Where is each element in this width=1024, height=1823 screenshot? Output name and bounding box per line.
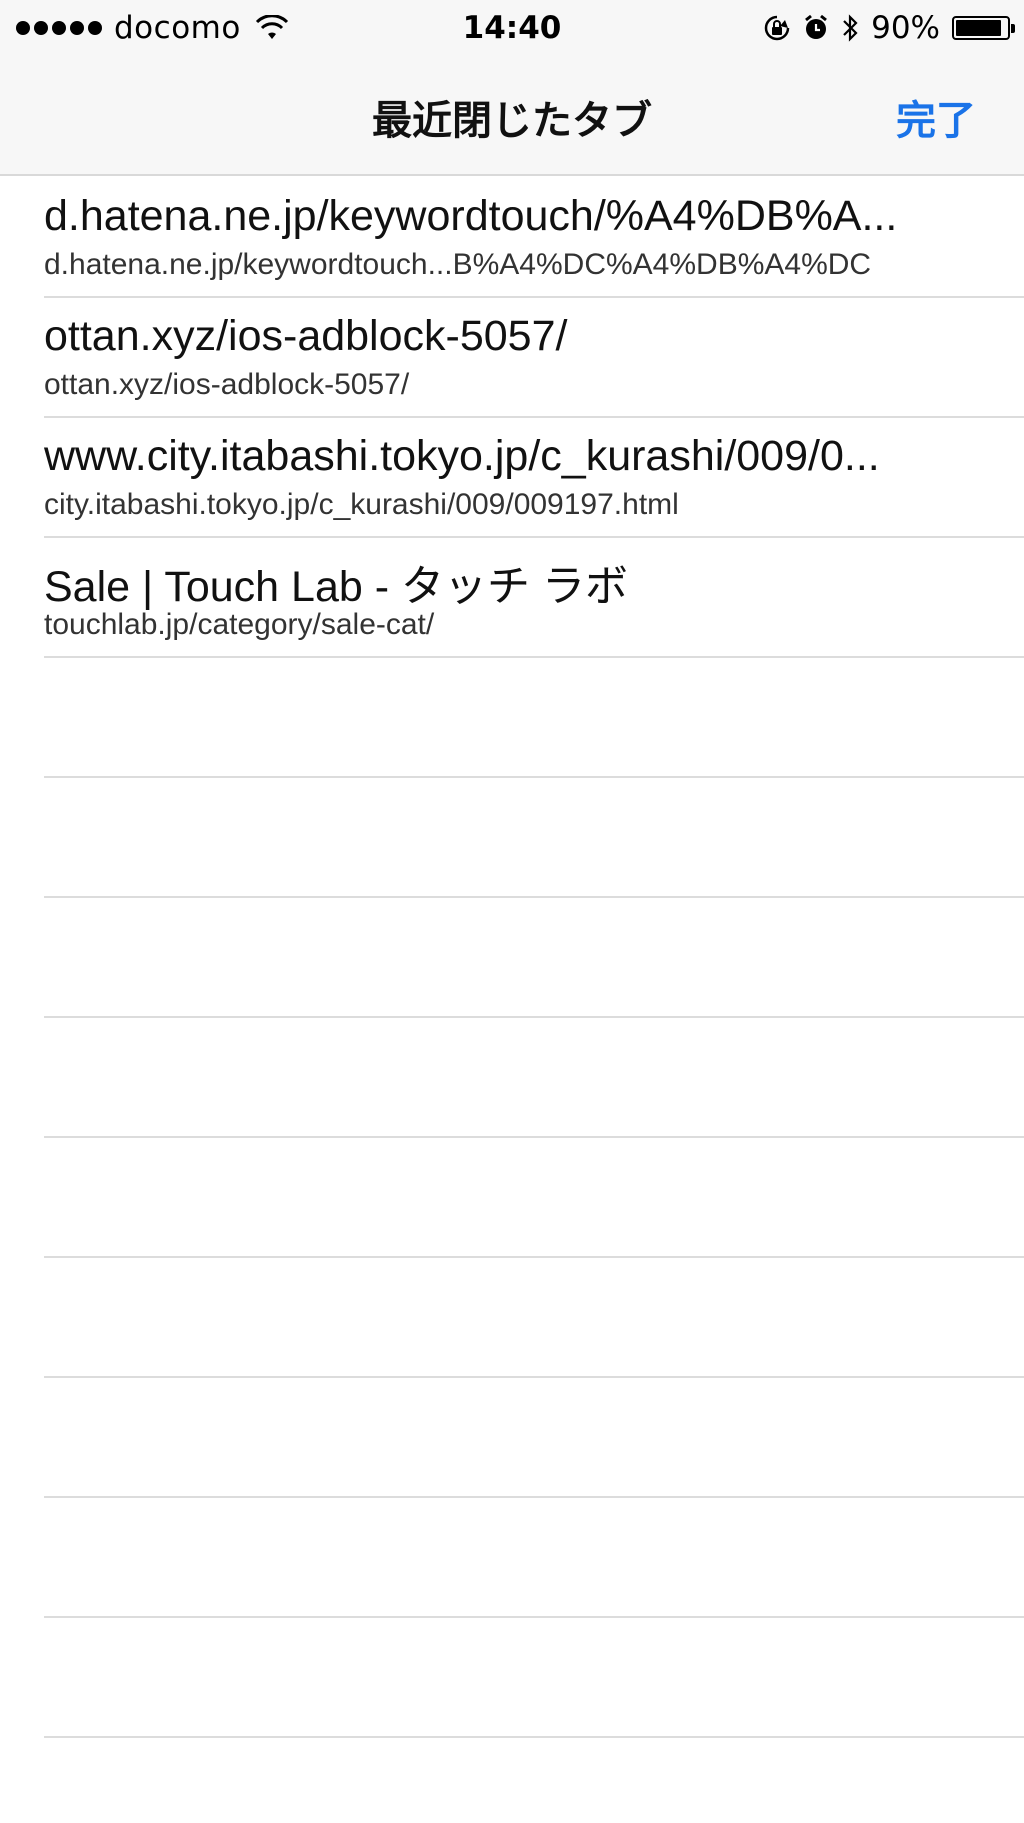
tab-title: Sale | Touch Lab - タッチ ラボ [44,563,628,611]
top-bar: docomo 14:40 90% 最近閉じたタブ 完了 [0,0,1024,176]
orientation-lock-icon [764,15,790,41]
empty-row [44,1618,1024,1738]
tab-title: d.hatena.ne.jp/keywordtouch/%A4%DB%A... [44,192,898,240]
closed-tabs-list: d.hatena.ne.jp/keywordtouch/%A4%DB%A... d… [0,178,1024,1738]
page-title: 最近閉じたタブ [372,98,652,144]
alarm-icon [805,14,828,39]
empty-row [44,1378,1024,1498]
closed-tab-row[interactable]: Sale | Touch Lab - タッチ ラボ touchlab.jp/cat… [44,538,1024,658]
tab-url: touchlab.jp/category/sale-cat/ [44,608,435,641]
tab-title: ottan.xyz/ios-adblock-5057/ [44,312,568,360]
closed-tab-row[interactable]: d.hatena.ne.jp/keywordtouch/%A4%DB%A... d… [44,178,1024,298]
bluetooth-icon [843,14,858,42]
empty-row [44,1138,1024,1258]
battery-icon [952,16,1015,40]
status-right: 90% [763,10,1015,46]
tab-url: city.itabashi.tokyo.jp/c_kurashi/009/009… [44,488,679,521]
empty-row [44,658,1024,778]
empty-row [44,778,1024,898]
empty-row [44,1018,1024,1138]
battery-percent: 90% [871,10,940,46]
tab-url: d.hatena.ne.jp/keywordtouch...B%A4%DC%A4… [44,248,872,281]
navigation-bar: 最近閉じたタブ 完了 [0,58,1024,176]
recently-closed-tabs-screen: docomo 14:40 90% 最近閉じたタブ 完了 d.hatena.ne.… [0,0,1024,1823]
status-bar: docomo 14:40 90% [0,0,1024,58]
empty-row [44,1258,1024,1378]
done-button[interactable]: 完了 [896,88,976,146]
tab-url: ottan.xyz/ios-adblock-5057/ [44,368,410,401]
tab-title: www.city.itabashi.tokyo.jp/c_kurashi/009… [44,432,880,480]
empty-row [44,898,1024,1018]
empty-row [44,1498,1024,1618]
closed-tab-row[interactable]: www.city.itabashi.tokyo.jp/c_kurashi/009… [44,418,1024,538]
closed-tab-row[interactable]: ottan.xyz/ios-adblock-5057/ottan.xyz/ios… [44,298,1024,418]
